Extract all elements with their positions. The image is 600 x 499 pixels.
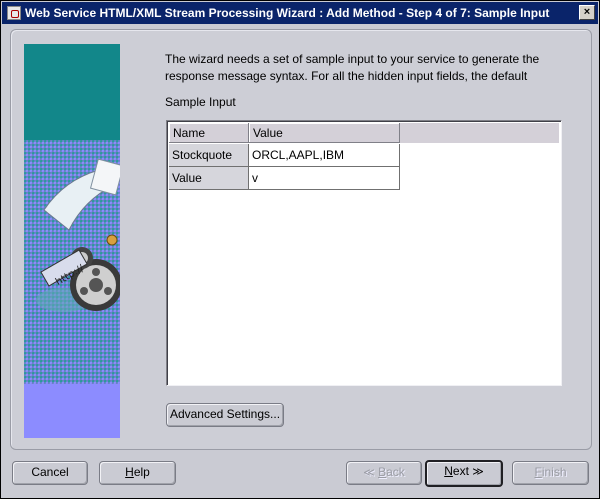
close-icon: × [583,6,591,18]
finish-button[interactable]: Finish [512,461,589,485]
advanced-settings-button[interactable]: Advanced Settings... [166,403,284,427]
back-mnemonic: B [378,465,387,479]
next-button[interactable]: Next ≫ [425,460,503,487]
back-chevron-icon: ≪ [363,467,375,479]
help-label: elp [133,465,150,479]
help-mnemonic: H [125,465,134,479]
next-label: ext [452,464,469,478]
close-button[interactable]: × [579,5,595,20]
next-mnemonic: N [444,464,453,478]
film-reel-graphic: http:// [36,158,120,312]
title-bar[interactable]: Web Service HTML/XML Stream Processing W… [2,2,598,24]
row-value-cell[interactable]: v [249,167,400,190]
row-value-cell[interactable]: ORCL,AAPL,IBM [249,144,400,167]
wizard-window: Web Service HTML/XML Stream Processing W… [0,0,600,499]
table-header: Name Value [169,123,559,143]
cancel-button[interactable]: Cancel [12,461,88,485]
column-header-name[interactable]: Name [169,123,249,143]
wizard-illustration: http:// [24,44,120,438]
back-button[interactable]: ≪ Back [346,461,422,485]
back-label: ack [386,465,405,479]
intro-text: The wizard needs a set of sample input t… [165,51,565,85]
sample-input-label: Sample Input [165,95,236,109]
sample-input-table[interactable]: Name Value Stockquote ORCL,AAPL,IBM Valu… [166,120,562,386]
row-name-cell: Value [169,167,249,190]
next-chevron-icon: ≫ [472,466,484,478]
help-button[interactable]: Help [99,461,176,485]
finish-mnemonic: F [534,465,542,479]
illustration-top-band [24,44,120,140]
column-header-value[interactable]: Value [249,123,400,143]
window-title: Web Service HTML/XML Stream Processing W… [25,6,550,20]
intro-line-1: The wizard needs a set of sample input t… [165,52,540,66]
row-name-cell: Stockquote [169,144,249,167]
intro-line-2: response message syntax. For all the hid… [165,69,528,83]
app-icon [7,6,21,20]
finish-label: inish [541,465,567,479]
